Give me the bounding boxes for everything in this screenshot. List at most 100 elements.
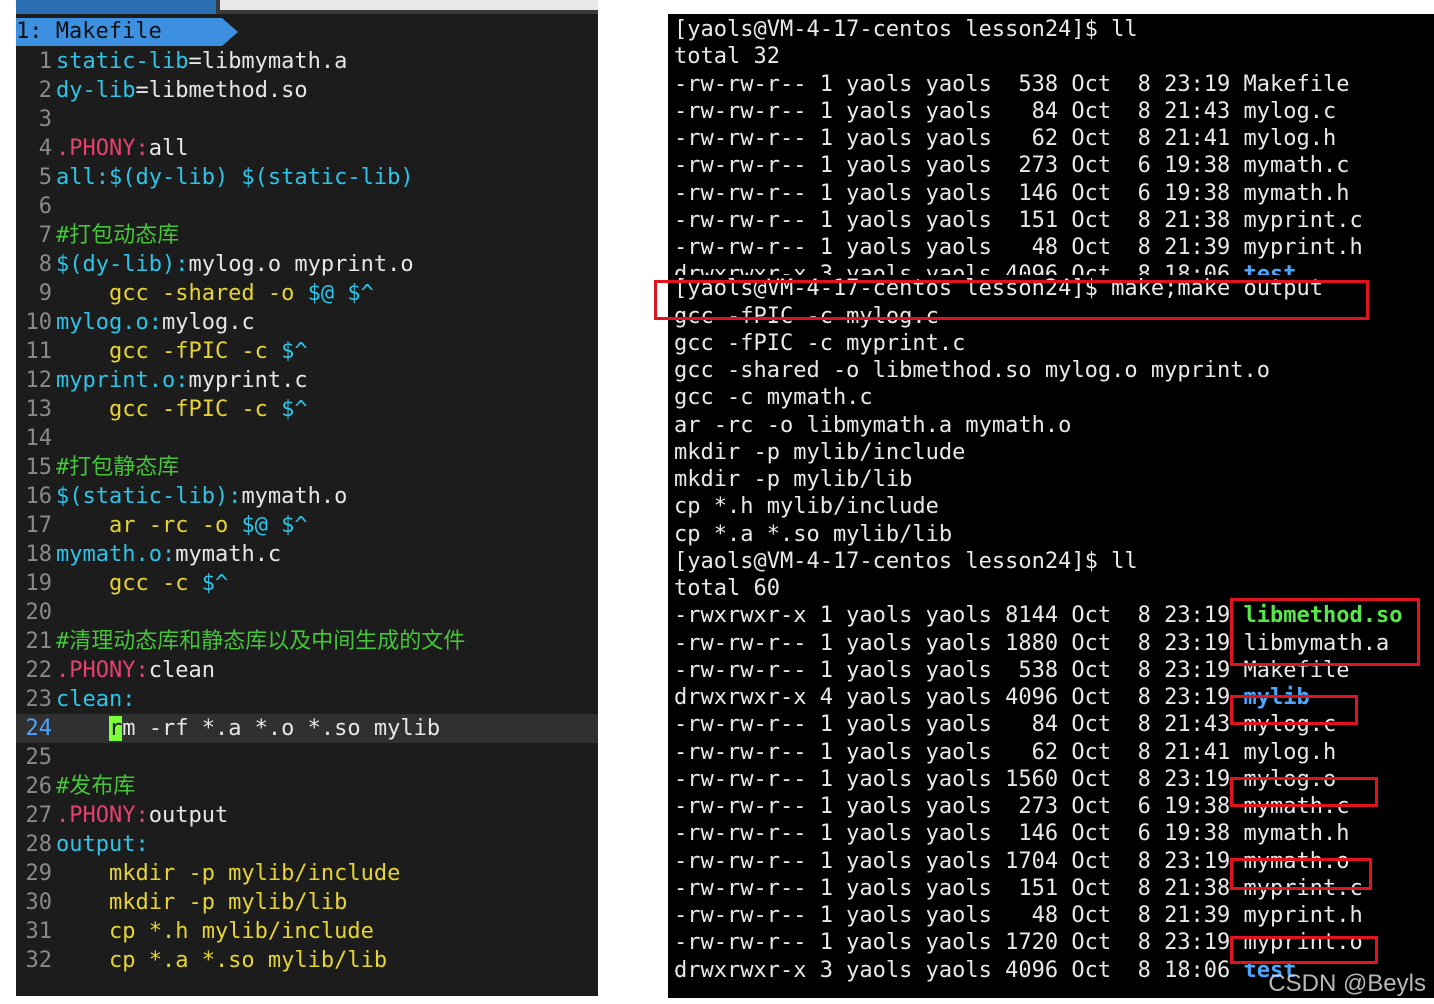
- editor-line[interactable]: 11 gcc -fPIC -c $^: [16, 337, 598, 366]
- terminal-panel[interactable]: [yaols@VM-4-17-centos lesson24]$ ll total…: [668, 14, 1434, 998]
- code-token: $^: [201, 571, 229, 596]
- line-number: 14: [25, 426, 53, 451]
- code-token: gcc -c: [56, 571, 202, 596]
- code-token: cp *.h mylib/include: [56, 919, 374, 944]
- editor-line[interactable]: 19 gcc -c $^: [16, 569, 598, 598]
- code-token: clean:: [56, 687, 136, 712]
- editor-line[interactable]: 26 #发布库: [16, 772, 598, 801]
- line-number: 15: [25, 455, 53, 480]
- code-token: $^: [281, 339, 308, 364]
- editor-line[interactable]: 28 output:: [16, 830, 598, 859]
- file-name: myprint.h: [1243, 903, 1363, 928]
- code-token: dy-lib: [56, 78, 136, 103]
- editor-line[interactable]: 21 #清理动态库和静态库以及中间生成的文件: [16, 627, 598, 656]
- editor-line[interactable]: 27 .PHONY:output: [16, 801, 598, 830]
- mylib-highlight: [1230, 695, 1358, 725]
- terminal-line: -rw-rw-r-- 1 yaols yaols 62 Oct 8 21:41 …: [674, 739, 1403, 766]
- file-metadata: -rw-rw-r-- 1 yaols yaols 1704 Oct 8 23:1…: [674, 848, 1244, 874]
- editor-line[interactable]: 32 cp *.a *.so mylib/lib: [16, 946, 598, 975]
- code-token: m -rf *.a *.o *.so mylib: [122, 716, 441, 741]
- line-number: 32: [25, 948, 53, 973]
- vim-editor-panel: 1: Makefile 1 static-lib=libmymath.a 2 dy-l…: [16, 0, 598, 996]
- editor-line[interactable]: 9 gcc -shared -o $@ $^: [16, 279, 598, 308]
- file-metadata: drwxrwxr-x 4 yaols yaols 4096 Oct 8 23:1…: [674, 685, 1244, 710]
- terminal-line: -rw-rw-r-- 1 yaols yaols 273 Oct 6 19:38…: [674, 152, 1403, 179]
- code-token: $@ $^: [241, 513, 308, 538]
- terminal-text: mkdir -p mylib/include: [674, 439, 966, 465]
- code-token: output: [148, 803, 229, 828]
- line-number: 20: [25, 600, 53, 625]
- editor-line[interactable]: 13 gcc -fPIC -c $^: [16, 395, 598, 424]
- line-number: 18: [25, 542, 53, 567]
- line-number: 26: [25, 774, 53, 799]
- file-name: mylog.h: [1243, 739, 1337, 765]
- editor-line[interactable]: 12 myprint.o:myprint.c: [16, 366, 598, 395]
- code-token: mymath.c: [175, 542, 282, 567]
- terminal-prompt-line: [yaols@VM-4-17-centos lesson24]$ ll: [674, 548, 1403, 575]
- code-token: #发布库: [56, 774, 136, 799]
- file-metadata: -rw-rw-r-- 1 yaols yaols 273 Oct 6 19:38: [674, 153, 1244, 179]
- editor-top-bar: [220, 0, 598, 10]
- file-metadata: -rw-rw-r-- 1 yaols yaols 538 Oct 8 23:19: [674, 657, 1244, 683]
- code-token: $^: [281, 397, 308, 422]
- terminal-line: -rw-rw-r-- 1 yaols yaols 151 Oct 8 21:38…: [674, 207, 1403, 234]
- terminal-line: mkdir -p mylib/include: [674, 439, 1403, 466]
- terminal-text: total 60: [674, 576, 780, 601]
- editor-line[interactable]: 2 dy-lib=libmethod.so: [16, 76, 598, 105]
- terminal-text: cp *.a *.so mylib/lib: [674, 521, 953, 547]
- line-number: 22: [25, 658, 53, 683]
- code-token: .PHONY:: [56, 658, 149, 683]
- line-number: 16: [25, 484, 53, 509]
- editor-line[interactable]: 29 mkdir -p mylib/include: [16, 859, 598, 888]
- editor-line[interactable]: 10 mylog.o:mylog.c: [16, 308, 598, 337]
- file-metadata: -rw-rw-r-- 1 yaols yaols 1720 Oct 8 23:1…: [674, 930, 1244, 956]
- editor-line[interactable]: 16 $(static-lib):mymath.o: [16, 482, 598, 511]
- file-metadata: -rw-rw-r-- 1 yaols yaols 151 Oct 8 21:38: [674, 875, 1244, 901]
- file-name: Makefile: [1243, 71, 1350, 97]
- editor-line[interactable]: 30 mkdir -p mylib/lib: [16, 888, 598, 917]
- editor-line[interactable]: 22 .PHONY:clean: [16, 656, 598, 685]
- file-name: mylog.c: [1243, 98, 1337, 124]
- file-metadata: -rw-rw-r-- 1 yaols yaols 146 Oct 6 19:38: [674, 180, 1244, 206]
- editor-line[interactable]: 3: [16, 105, 598, 134]
- editor-line[interactable]: 4 .PHONY:all: [16, 134, 598, 163]
- terminal-text: [yaols@VM-4-17-centos lesson24]$ ll: [674, 17, 1138, 42]
- editor-line[interactable]: 7 #打包动态库: [16, 221, 598, 250]
- line-number: 6: [38, 194, 52, 219]
- editor-line[interactable]: 6: [16, 192, 598, 221]
- terminal-text: [yaols@VM-4-17-centos lesson24]$ ll: [674, 548, 1138, 574]
- file-name: mymath.h: [1243, 180, 1350, 206]
- file-metadata: -rw-rw-r-- 1 yaols yaols 84 Oct 8 21:43: [674, 712, 1244, 738]
- editor-line[interactable]: 15 #打包静态库: [16, 453, 598, 482]
- line-number: 11: [25, 339, 53, 364]
- file-metadata: -rw-rw-r-- 1 yaols yaols 538 Oct 8 23:19: [674, 71, 1244, 97]
- editor-line[interactable]: 1 static-lib=libmymath.a: [16, 47, 598, 76]
- line-number: 21: [25, 629, 53, 654]
- editor-line[interactable]: 25: [16, 743, 598, 772]
- editor-line[interactable]: 20: [16, 598, 598, 627]
- editor-line[interactable]: 17 ar -rc -o $@ $^: [16, 511, 598, 540]
- editor-line[interactable]: 14: [16, 424, 598, 453]
- line-number: 12: [25, 368, 53, 393]
- terminal-line: total 32: [674, 43, 1403, 70]
- file-metadata: -rw-rw-r-- 1 yaols yaols 84 Oct 8 21:43: [674, 98, 1244, 124]
- file-metadata: -rwxrwxr-x 1 yaols yaols 8144 Oct 8 23:1…: [674, 603, 1244, 629]
- buffer-tab[interactable]: 1: Makefile: [16, 18, 238, 46]
- editor-line[interactable]: 5 all:$(dy-lib) $(static-lib): [16, 163, 598, 192]
- terminal-output: [yaols@VM-4-17-centos lesson24]$ ll total…: [674, 16, 1403, 984]
- terminal-line: gcc -shared -o libmethod.so mylog.o mypr…: [674, 357, 1403, 384]
- file-name: mylog.h: [1243, 126, 1337, 151]
- editor-line[interactable]: 23 clean:: [16, 685, 598, 714]
- editor-line[interactable]: 18 mymath.o:mymath.c: [16, 540, 598, 569]
- editor-line[interactable]: 8 $(dy-lib):mylog.o myprint.o: [16, 250, 598, 279]
- terminal-text: gcc -c mymath.c: [674, 385, 873, 411]
- file-metadata: -rw-rw-r-- 1 yaols yaols 62 Oct 8 21:41: [674, 739, 1244, 765]
- file-name: myprint.c: [1243, 207, 1363, 233]
- code-token: $@ $^: [307, 281, 374, 306]
- terminal-text: ar -rc -o libmymath.a mymath.o: [674, 412, 1072, 438]
- editor-lines[interactable]: 1 static-lib=libmymath.a 2 dy-lib=libmethod…: [16, 47, 598, 975]
- editor-line[interactable]: 24 rm -rf *.a *.o *.so mylib: [16, 714, 598, 743]
- editor-line[interactable]: 31 cp *.h mylib/include: [16, 917, 598, 946]
- text-cursor: r: [108, 716, 123, 741]
- code-token: #打包动态库: [56, 223, 180, 248]
